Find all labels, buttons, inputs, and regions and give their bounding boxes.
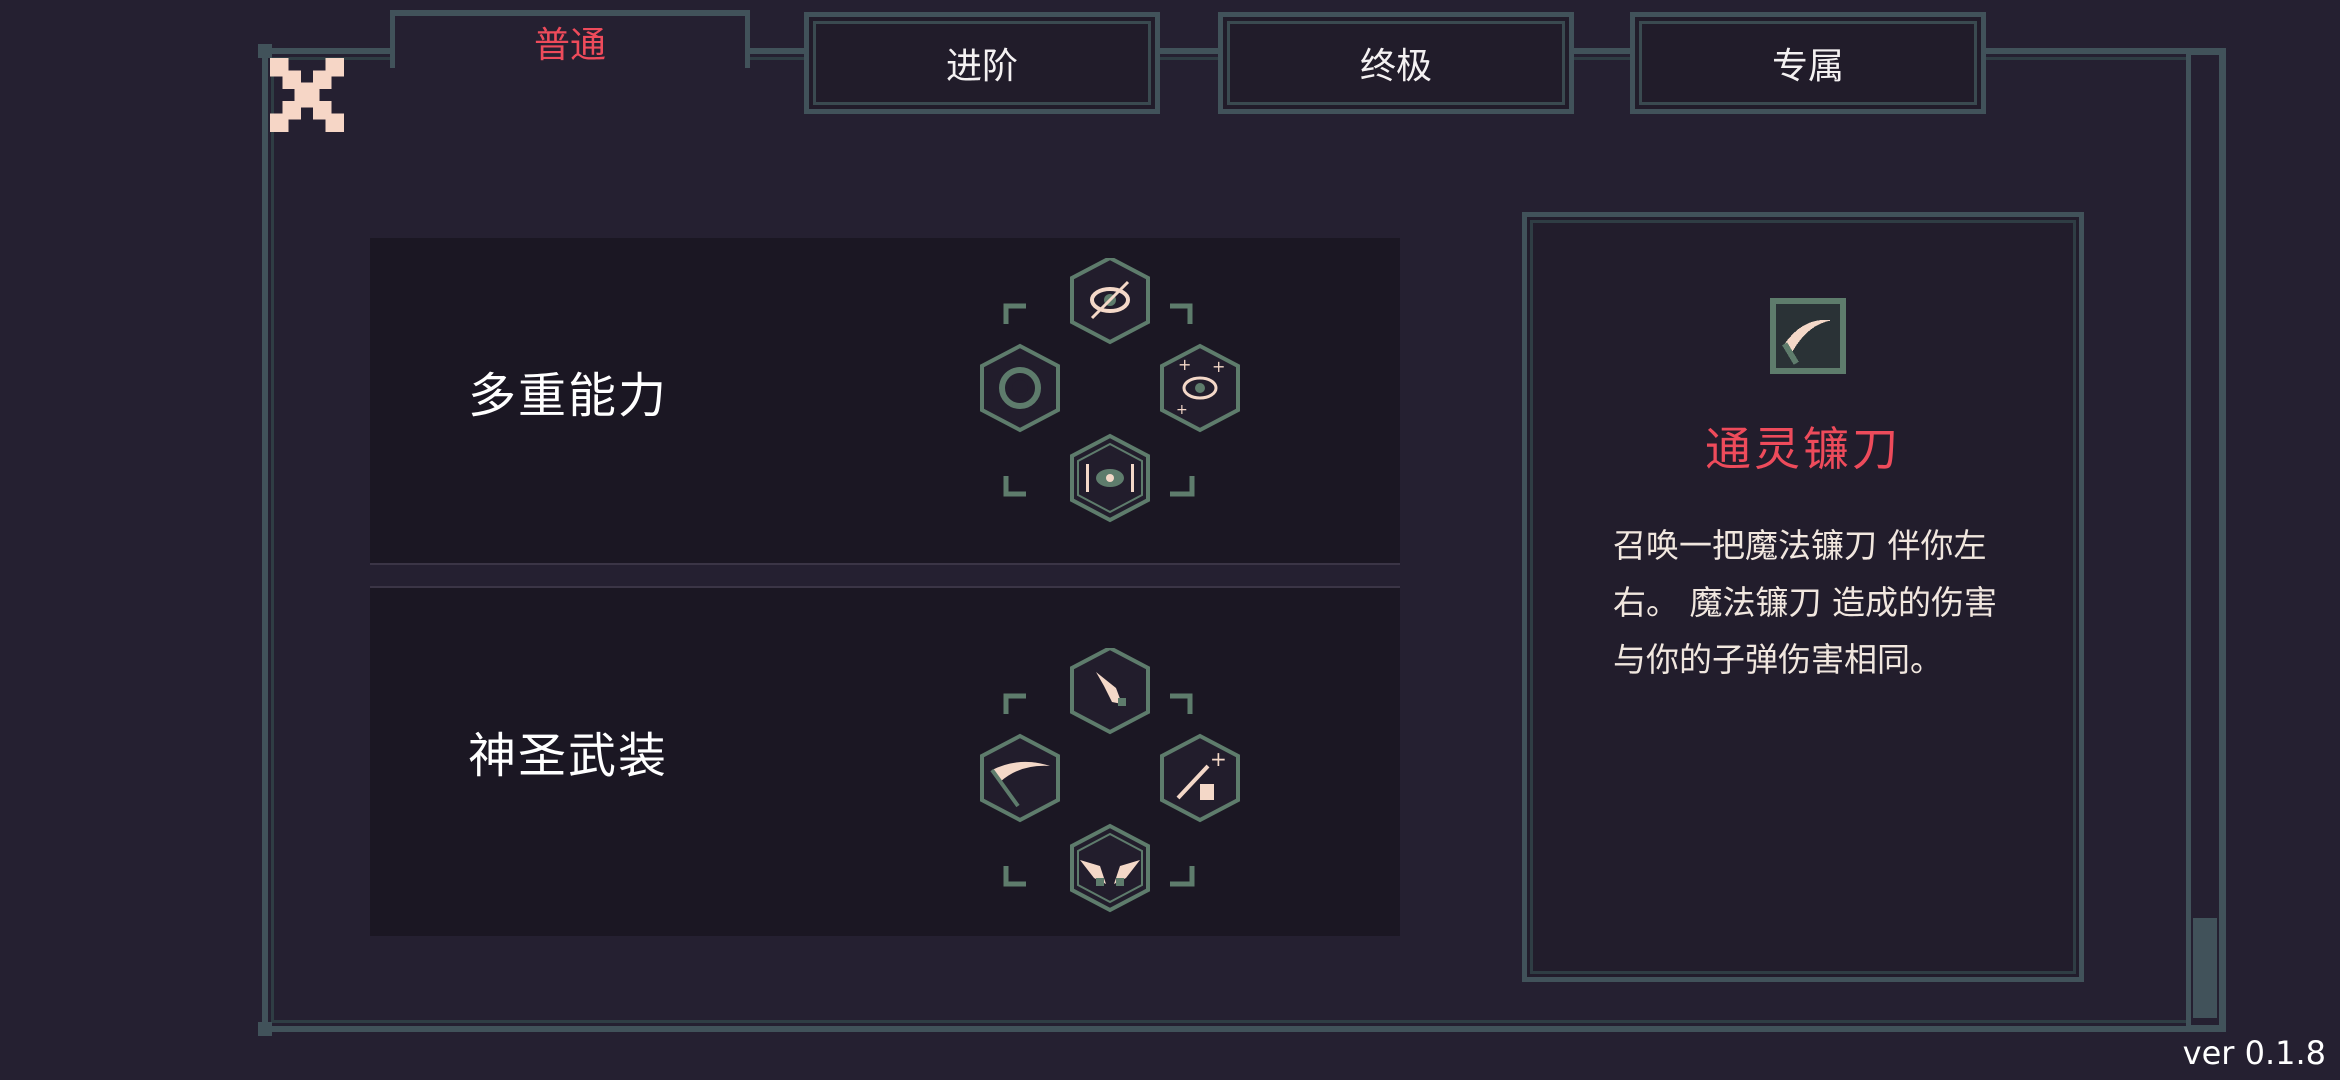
arrow-icon	[1003, 303, 1026, 324]
frame-corner	[258, 44, 272, 58]
skill-group-label: 神圣武装	[468, 728, 669, 784]
tab-normal-label: 普通	[533, 25, 606, 66]
scrollbar-thumb[interactable]	[2193, 918, 2217, 1018]
tab-advanced[interactable]: 进阶	[804, 12, 1160, 114]
arrow-icon	[1170, 866, 1195, 887]
tab-exclusive[interactable]: 专属	[1630, 12, 1986, 114]
close-icon[interactable]	[270, 58, 344, 132]
skill-cluster[interactable]: +	[970, 648, 1250, 938]
arrow-icon	[1170, 693, 1193, 714]
scythe-icon[interactable]	[980, 734, 1060, 822]
svg-text:+: +	[1212, 357, 1225, 376]
arrow-icon	[1003, 693, 1026, 714]
tab-ultimate[interactable]: 终极	[1218, 12, 1574, 114]
arrow-icon	[1170, 303, 1193, 324]
version-label: ver 0.1.8	[2182, 1034, 2326, 1072]
tab-ultimate-label: 终极	[1359, 46, 1432, 87]
arrow-icon	[1170, 476, 1195, 497]
arrow-icon	[1003, 866, 1026, 887]
twin-blades-icon[interactable]	[1070, 824, 1150, 912]
tab-advanced-label: 进阶	[945, 46, 1018, 87]
skill-description: 召唤一把魔法镰刀 伴你左右。 魔法镰刀 造成的伤害与你的子弹伤害相同。	[1613, 526, 1997, 679]
skill-group-label: 多重能力	[468, 368, 669, 424]
svg-text:+: +	[1178, 355, 1191, 374]
scythe-icon	[1769, 297, 1847, 375]
skill-cluster[interactable]: + + +	[970, 258, 1250, 548]
arrow-icon	[1003, 476, 1026, 497]
sparkle-eye-icon[interactable]: + + +	[1160, 344, 1240, 432]
eye-barrier-icon[interactable]	[1070, 434, 1150, 522]
skill-info-panel: 通灵镰刀 召唤一把魔法镰刀 伴你左右。 魔法镰刀 造成的伤害与你的子弹伤害相同。	[1522, 212, 2084, 982]
orb-icon[interactable]	[980, 344, 1060, 432]
skill-group-panel[interactable]: 神圣武装 +	[370, 586, 1400, 936]
svg-text:+: +	[1210, 747, 1227, 771]
tab-normal[interactable]: 普通	[390, 10, 750, 68]
eye-slash-icon[interactable]	[1070, 258, 1150, 344]
sword-plus-icon[interactable]: +	[1160, 734, 1240, 822]
dagger-icon[interactable]	[1070, 648, 1150, 734]
svg-text:+: +	[1176, 402, 1188, 418]
tab-exclusive-label: 专属	[1771, 46, 1844, 87]
skill-title: 通灵镰刀	[1705, 422, 1901, 476]
scrollbar-track[interactable]	[2186, 50, 2224, 1030]
frame-corner	[258, 1022, 272, 1036]
skill-group-panel[interactable]: 多重能力 + + +	[370, 238, 1400, 565]
